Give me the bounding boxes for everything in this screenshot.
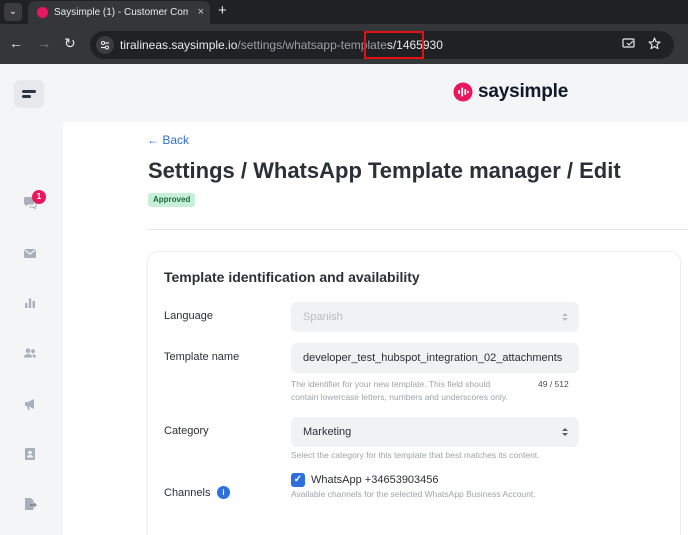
forward-arrow-icon[interactable]: → <box>37 35 51 51</box>
template-name-help-line-2: contain lowercase letters, numbers and u… <box>291 392 508 402</box>
language-select: Spanish <box>291 302 579 332</box>
language-label: Language <box>164 310 213 322</box>
saysimple-logo-icon <box>453 82 473 102</box>
browser-tab-bar: ⌄ Saysimple (1) - Customer Comm × + <box>0 0 688 24</box>
tab-title: Saysimple (1) - Customer Comm <box>54 7 188 18</box>
select-arrows-icon <box>562 428 568 436</box>
template-name-input[interactable]: developer_test_hubspot_integration_02_at… <box>291 343 579 373</box>
logo-text: saysimple <box>478 81 569 102</box>
card-title: Template identification and availability <box>164 269 420 285</box>
chart-icon[interactable] <box>23 296 37 310</box>
sidebar: 1 <box>0 64 63 535</box>
info-icon[interactable]: i <box>217 486 230 499</box>
select-arrows-icon <box>562 313 568 321</box>
back-link[interactable]: ← Back <box>147 133 189 148</box>
browser-tab[interactable]: Saysimple (1) - Customer Comm × <box>28 1 210 24</box>
url-id-highlight-annotation <box>364 31 424 59</box>
new-tab-button[interactable]: + <box>218 2 227 20</box>
cast-install-icon[interactable] <box>622 37 635 53</box>
reload-icon[interactable]: ↻ <box>64 35 76 51</box>
channels-label: Channels <box>164 487 211 499</box>
whatsapp-channel-label[interactable]: WhatsApp +34653903456 <box>311 473 439 487</box>
url-host: tiralineas.saysimple.io <box>120 38 238 52</box>
browser-toolbar: ← → ↻ tiralineas.saysimple.io/settings/w… <box>0 24 688 64</box>
unread-badge: 1 <box>32 190 46 204</box>
menu-toggle-button[interactable] <box>14 80 44 108</box>
main-content: ← Back Settings / WhatsApp Template mana… <box>63 122 688 535</box>
bookmark-star-icon[interactable] <box>648 37 661 53</box>
category-help: Select the category for this template th… <box>291 450 540 460</box>
menu-bar-line-short <box>22 95 31 98</box>
tab-close-icon[interactable]: × <box>198 5 204 19</box>
language-value: Spanish <box>303 311 343 323</box>
back-arrow-icon[interactable]: ← <box>9 35 23 51</box>
category-label: Category <box>164 425 209 437</box>
category-select[interactable]: Marketing <box>291 417 579 447</box>
template-name-label: Template name <box>164 351 240 363</box>
app-header: saysimple <box>63 64 688 122</box>
template-name-value: developer_test_hubspot_integration_02_at… <box>303 352 563 364</box>
whatsapp-channel-checkbox[interactable]: ✓ <box>291 473 305 487</box>
mail-icon[interactable] <box>23 246 37 260</box>
status-badge: Approved <box>148 193 196 207</box>
tab-search-button[interactable]: ⌄ <box>4 3 22 21</box>
site-settings-icon[interactable] <box>96 36 114 54</box>
saysimple-favicon-icon <box>37 7 48 18</box>
export-file-icon[interactable] <box>23 497 37 511</box>
menu-bar-line <box>22 90 36 93</box>
megaphone-icon[interactable] <box>23 397 37 411</box>
page-title: Settings / WhatsApp Template manager / E… <box>148 158 621 183</box>
contact-card-icon[interactable] <box>23 447 37 461</box>
template-name-char-count: 49 / 512 <box>538 379 569 389</box>
channels-help: Available channels for the selected What… <box>291 489 536 499</box>
category-value: Marketing <box>303 426 352 438</box>
header-divider <box>148 229 688 230</box>
app-window: 1 saysimple ← Back Settings / WhatsApp T… <box>0 64 688 535</box>
users-icon[interactable] <box>23 346 37 360</box>
template-identification-card: Template identification and availability… <box>148 252 680 535</box>
template-name-help-line-1: The identifier for your new template. Th… <box>291 379 491 389</box>
